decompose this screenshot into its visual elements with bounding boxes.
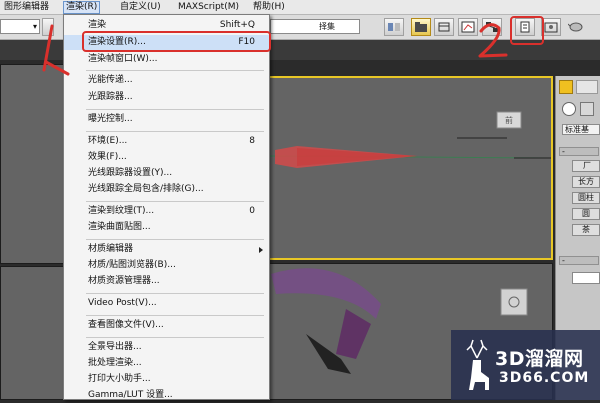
layer-manager-button[interactable] (434, 18, 454, 36)
menu-item-print-size-assistant[interactable]: 打印大小助手... (64, 372, 269, 387)
front-viewport-scene (267, 111, 551, 168)
menu-separator (86, 315, 264, 316)
modify-tab-icon[interactable] (576, 80, 598, 94)
menu-item-light-tracer[interactable]: 光跟踪器... (64, 90, 269, 105)
menu-maxscript[interactable]: MAXScript(M) (178, 2, 239, 13)
menu-separator (86, 109, 264, 110)
menu-item-radiosity[interactable]: 光能传递... (64, 73, 269, 88)
create-tab-icon[interactable] (559, 80, 573, 94)
curve-editor-button[interactable] (458, 18, 478, 36)
menu-item-rendered-frame-window[interactable]: 渲染帧窗口(W)... (64, 52, 269, 67)
menu-separator (86, 201, 264, 202)
align-button-active[interactable] (411, 18, 431, 36)
menu-item-view-image-file[interactable]: 查看图像文件(V)... (64, 318, 269, 333)
menu-item-exposure-control[interactable]: 曝光控制... (64, 112, 269, 127)
menu-graph-editors[interactable]: 图形编辑器 (4, 2, 49, 13)
menu-separator (86, 337, 264, 338)
render-production-button[interactable] (566, 18, 590, 36)
mirror-button[interactable] (384, 18, 404, 36)
teapot-icon (568, 22, 583, 32)
shapes-icon[interactable] (580, 102, 594, 116)
menu-separator (86, 70, 264, 71)
submenu-arrow-icon (259, 247, 263, 253)
menu-item-environment[interactable]: 环境(E)... 8 (64, 134, 269, 149)
schematic-icon (486, 22, 498, 32)
menu-item-batch-render[interactable]: 批处理渲染... (64, 356, 269, 371)
menu-separator (86, 293, 264, 294)
object-name-field[interactable] (572, 272, 600, 284)
watermark-title: 3D溜溜网 (495, 348, 584, 370)
menu-item-video-post[interactable]: Video Post(V)... (64, 296, 269, 311)
menu-item-gamma-lut-setup[interactable]: Gamma/LUT 设置... (64, 388, 269, 403)
rendering-menu: 渲染 Shift+Q 渲染设置(R)... F10 渲染帧窗口(W)... 光能… (63, 14, 270, 400)
rendered-frame-window-button[interactable] (541, 18, 561, 36)
object-category-value: 标准基 (565, 125, 589, 134)
deer-logo-icon (466, 339, 489, 390)
viewport-front-active[interactable]: 前 (265, 76, 553, 260)
menu-help[interactable]: 帮助(H) (253, 2, 285, 13)
menu-item-render-to-texture[interactable]: 渲染到纹理(T)... 0 (64, 204, 269, 219)
curve-editor-icon (461, 21, 475, 33)
menu-item-material-map-browser[interactable]: 材质/贴图浏览器(B)... (64, 258, 269, 273)
folder-icon (415, 22, 427, 32)
annotation-highlight-render-setup (82, 31, 271, 52)
toolbar-small-button[interactable] (42, 18, 54, 36)
chevron-down-icon: ▾ (32, 22, 37, 31)
layers-icon (438, 22, 450, 32)
frame-window-icon (544, 22, 558, 33)
schematic-view-button[interactable] (482, 18, 502, 36)
menubar: 图形编辑器 渲染(R) 自定义(U) MAXScript(M) 帮助(H) (0, 0, 600, 15)
menu-item-raytracer-settings[interactable]: 光线跟踪器设置(Y)... (64, 166, 269, 181)
object-button-1-label: 厂 (583, 161, 591, 170)
named-selection-dropdown[interactable]: 择集 (270, 19, 360, 34)
menu-item-effects[interactable]: 效果(F)... (64, 150, 269, 165)
menu-item-raytrace-include-exclude[interactable]: 光线跟踪全局包含/排除(G)... (64, 182, 269, 197)
geometry-icon[interactable] (562, 102, 576, 116)
watermark-subtitle: 3D66.COM (499, 370, 590, 386)
annotation-highlight-render-setup-button (510, 16, 544, 45)
menu-separator (86, 239, 264, 240)
object-button-cylinder[interactable]: 圆柱 (572, 192, 600, 204)
menu-item-material-editor[interactable]: 材质编辑器 (64, 242, 269, 257)
object-type-rollout[interactable]: - (559, 147, 599, 156)
named-selection-value: 择集 (319, 22, 335, 31)
object-button-1[interactable]: 厂 (572, 160, 600, 172)
menu-item-panorama-exporter[interactable]: 全景导出器... (64, 340, 269, 355)
selection-filter-dropdown[interactable]: ▾ (0, 19, 40, 34)
object-category-dropdown[interactable]: 标准基 (562, 124, 600, 135)
viewcube-label[interactable]: 前 (505, 115, 513, 126)
menu-separator (86, 131, 264, 132)
name-color-rollout[interactable]: - (559, 256, 599, 265)
mirror-icon (388, 23, 400, 31)
menu-rendering[interactable]: 渲染(R) (63, 1, 101, 14)
menu-item-material-explorer[interactable]: 材质资源管理器... (64, 274, 269, 289)
object-button-teapot[interactable]: 茶 (572, 224, 600, 236)
watermark: 3D溜溜网 3D66.COM (451, 330, 600, 400)
menu-customize[interactable]: 自定义(U) (120, 2, 161, 13)
object-button-circle[interactable]: 圆 (572, 208, 600, 220)
menu-item-render-surface-map[interactable]: 渲染曲面贴图... (64, 220, 269, 235)
object-button-box[interactable]: 长方 (572, 176, 600, 188)
